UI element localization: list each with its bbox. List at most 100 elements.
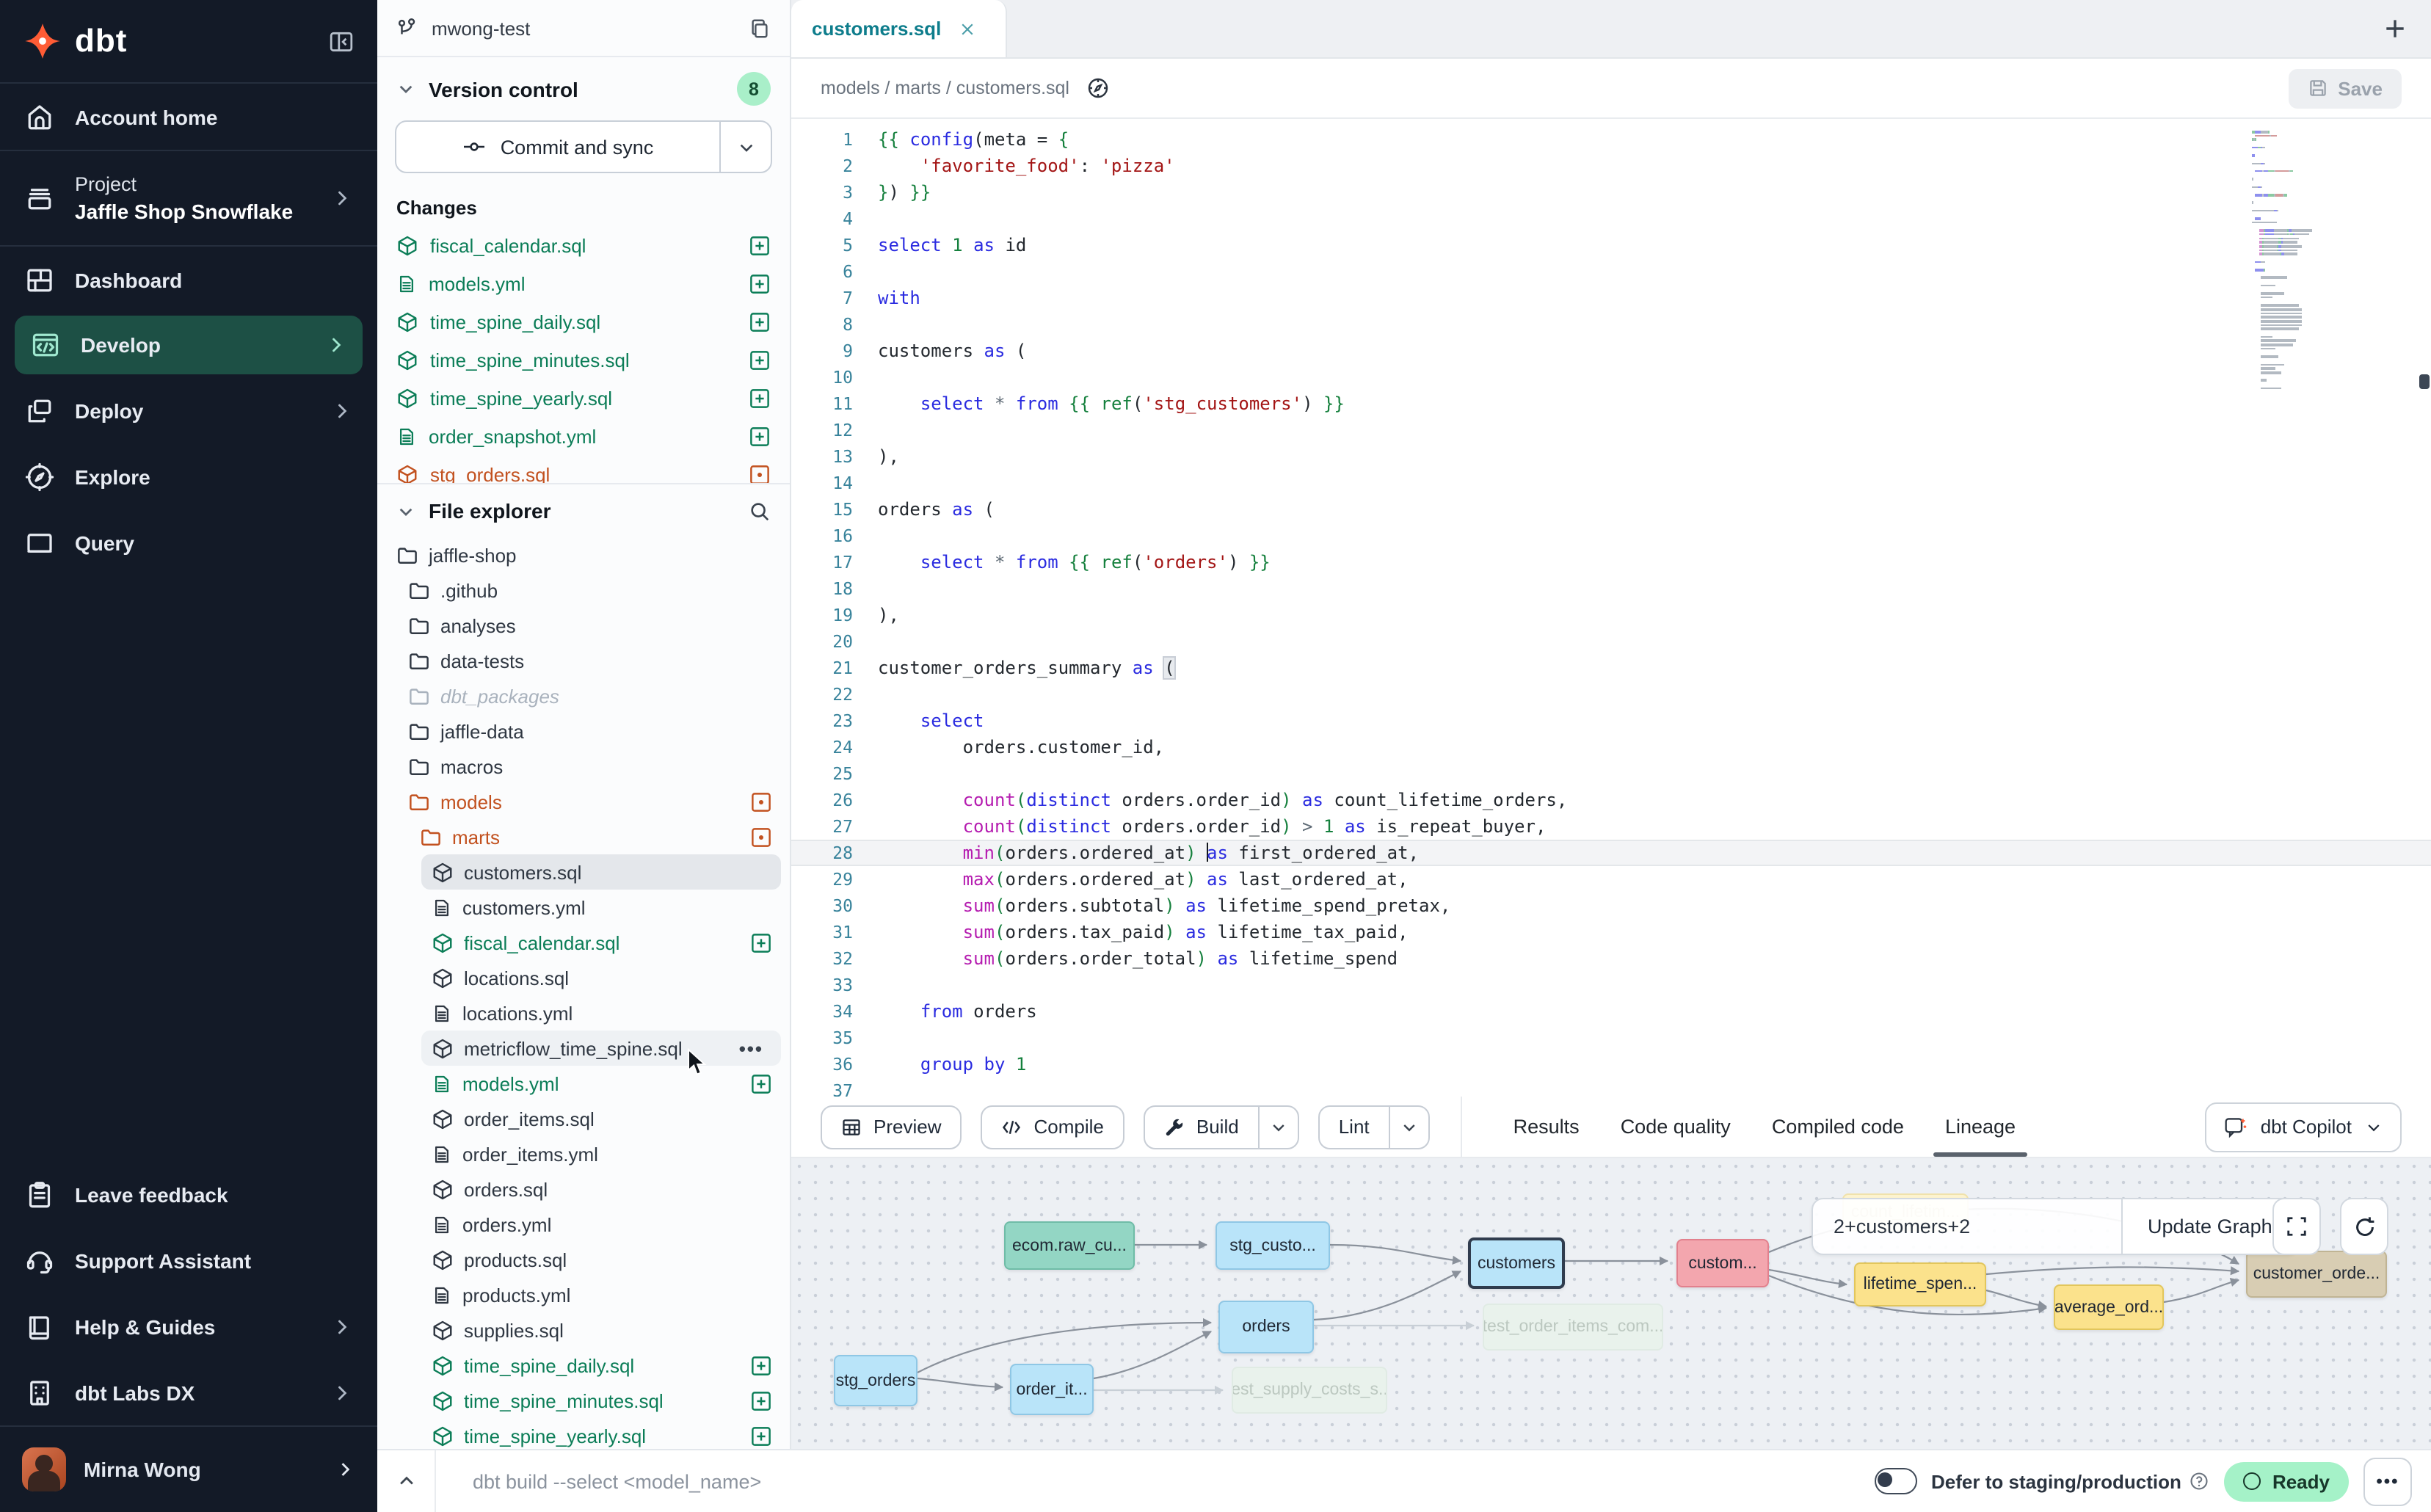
lineage-node-orders[interactable]: orders bbox=[1218, 1301, 1314, 1353]
user-menu[interactable]: Mirna Wong bbox=[0, 1425, 377, 1512]
stage-add-icon[interactable] bbox=[749, 310, 771, 332]
preview-button[interactable]: Preview bbox=[821, 1105, 962, 1149]
changed-file-order_snapshot.yml[interactable]: order_snapshot.yml bbox=[377, 417, 790, 455]
lineage-selector-input[interactable]: 2+customers+2 bbox=[1813, 1199, 2121, 1254]
stage-add-icon[interactable] bbox=[749, 349, 771, 371]
code-editor[interactable]: 1{{ config(meta = {2 'favorite_food': 'p… bbox=[791, 119, 2431, 1097]
tree-item-time-spine-daily-sql[interactable]: time_spine_daily.sql bbox=[377, 1348, 790, 1383]
tree-item-macros[interactable]: macros bbox=[377, 749, 790, 784]
lint-button[interactable]: Lint bbox=[1318, 1105, 1430, 1149]
tree-item-data-tests[interactable]: data-tests bbox=[377, 643, 790, 678]
lineage-node-customers[interactable]: customers bbox=[1468, 1237, 1565, 1289]
command-input[interactable]: dbt build --select <model_name> bbox=[436, 1470, 1874, 1492]
tree-item-order-items-yml[interactable]: order_items.yml bbox=[377, 1136, 790, 1171]
stage-add-icon[interactable] bbox=[750, 1072, 772, 1094]
more-options-button[interactable]: ••• bbox=[2363, 1457, 2412, 1505]
lineage-node-average[interactable]: average_ord... bbox=[2054, 1284, 2164, 1330]
changed-file-time_spine_yearly.sql[interactable]: time_spine_yearly.sql bbox=[377, 379, 790, 417]
close-icon[interactable] bbox=[959, 20, 976, 37]
lineage-node-order_items[interactable]: order_it... bbox=[1010, 1364, 1094, 1415]
tree-item-order-items-sql[interactable]: order_items.sql bbox=[377, 1101, 790, 1136]
save-button[interactable]: Save bbox=[2288, 68, 2402, 108]
search-icon[interactable] bbox=[749, 500, 771, 522]
row-menu-icon[interactable]: ••• bbox=[739, 1037, 763, 1059]
tree-item-fiscal-calendar-sql[interactable]: fiscal_calendar.sql bbox=[377, 925, 790, 960]
stage-add-icon[interactable] bbox=[749, 425, 771, 447]
version-control-header[interactable]: Version control 8 bbox=[377, 57, 790, 115]
ide-status-badge[interactable]: Ready bbox=[2224, 1461, 2349, 1501]
changed-file-fiscal_calendar.sql[interactable]: fiscal_calendar.sql bbox=[377, 226, 790, 264]
sidebar-item-support-assistant[interactable]: Support Assistant bbox=[0, 1227, 377, 1293]
tab-customers-sql[interactable]: customers.sql bbox=[791, 0, 1007, 57]
lineage-node-lifetime[interactable]: lifetime_spen... bbox=[1854, 1262, 1986, 1306]
tree-item-models-yml[interactable]: models.yml bbox=[377, 1066, 790, 1101]
collapse-terminal-button[interactable] bbox=[377, 1450, 436, 1512]
sidebar-item-dbt-labs-dx[interactable]: dbt Labs DX bbox=[0, 1359, 377, 1425]
stage-add-icon[interactable] bbox=[750, 931, 772, 953]
tree-item-analyses[interactable]: analyses bbox=[377, 608, 790, 643]
tree-item-jaffle-data[interactable]: jaffle-data bbox=[377, 713, 790, 749]
changed-file-models.yml[interactable]: models.yml bbox=[377, 264, 790, 302]
lint-options-chevron[interactable] bbox=[1389, 1106, 1428, 1147]
commit-and-sync-button[interactable]: Commit and sync bbox=[395, 120, 772, 173]
help-circle-icon[interactable] bbox=[2189, 1471, 2209, 1491]
tab-results[interactable]: Results bbox=[1514, 1097, 1580, 1157]
tree-item-metricflow-time-spine-sql[interactable]: metricflow_time_spine.sql••• bbox=[421, 1031, 781, 1066]
tree-item-time-spine-yearly-sql[interactable]: time_spine_yearly.sql bbox=[377, 1418, 790, 1450]
sidebar-item-deploy[interactable]: Deploy bbox=[0, 377, 377, 443]
sidebar-item-help-guides[interactable]: Help & Guides bbox=[0, 1293, 377, 1359]
lineage-node-stg_customers[interactable]: stg_custo... bbox=[1216, 1221, 1330, 1270]
build-options-chevron[interactable] bbox=[1258, 1106, 1298, 1147]
tab-lineage[interactable]: Lineage bbox=[1945, 1097, 2016, 1157]
stage-add-icon[interactable] bbox=[750, 1354, 772, 1376]
tree-item-customers-sql[interactable]: customers.sql bbox=[421, 854, 781, 890]
commit-options-chevron[interactable] bbox=[719, 122, 771, 172]
tree-item-locations-yml[interactable]: locations.yml bbox=[377, 995, 790, 1031]
tab-code-quality[interactable]: Code quality bbox=[1621, 1097, 1731, 1157]
lineage-node-custom_pink[interactable]: custom... bbox=[1676, 1239, 1769, 1287]
lineage-lens-icon[interactable] bbox=[1086, 76, 1109, 100]
lineage-node-customer_orders[interactable]: customer_orde... bbox=[2246, 1251, 2387, 1298]
stage-add-icon[interactable] bbox=[750, 1425, 772, 1447]
tree-item-products-yml[interactable]: products.yml bbox=[377, 1277, 790, 1312]
sidebar-item-project[interactable]: ProjectJaffle Shop Snowflake bbox=[0, 151, 377, 245]
fullscreen-button[interactable] bbox=[2272, 1198, 2321, 1255]
changed-file-time_spine_minutes.sql[interactable]: time_spine_minutes.sql bbox=[377, 341, 790, 379]
tree-item-marts[interactable]: marts bbox=[377, 819, 790, 854]
file-explorer-header[interactable]: File explorer bbox=[377, 484, 790, 531]
stage-add-icon[interactable] bbox=[749, 387, 771, 409]
tree-item-orders-sql[interactable]: orders.sql bbox=[377, 1171, 790, 1207]
tree-item-dbt-packages[interactable]: dbt_packages bbox=[377, 678, 790, 713]
tree-item-time-spine-minutes-sql[interactable]: time_spine_minutes.sql bbox=[377, 1383, 790, 1418]
sidebar-item-dashboard[interactable]: Dashboard bbox=[0, 247, 377, 313]
changed-file-stg_orders.sql[interactable]: stg_orders.sql bbox=[377, 455, 790, 484]
tree-item-models[interactable]: models bbox=[377, 784, 790, 819]
update-graph-button[interactable]: Update Graph bbox=[2121, 1199, 2297, 1254]
modified-icon[interactable] bbox=[749, 463, 771, 484]
git-branch-row[interactable]: mwong-test bbox=[377, 0, 790, 57]
new-tab-icon[interactable] bbox=[2383, 16, 2408, 41]
editor-scrollbar[interactable] bbox=[2419, 374, 2430, 389]
copy-icon[interactable] bbox=[749, 17, 771, 39]
sidebar-item-account-home[interactable]: Account home bbox=[0, 84, 377, 150]
tree-item--github[interactable]: .github bbox=[377, 573, 790, 608]
lineage-node-ecom[interactable]: ecom.raw_cu... bbox=[1004, 1221, 1135, 1270]
dbt-copilot-button[interactable]: dbt Copilot bbox=[2205, 1102, 2402, 1152]
tree-item-orders-yml[interactable]: orders.yml bbox=[377, 1207, 790, 1242]
lineage-node-test_supply[interactable]: test_supply_costs_s... bbox=[1232, 1367, 1387, 1414]
build-button[interactable]: Build bbox=[1144, 1105, 1299, 1149]
sidebar-item-query[interactable]: Query bbox=[0, 509, 377, 575]
lineage-node-stg_orders[interactable]: stg_orders bbox=[834, 1355, 917, 1406]
stage-add-icon[interactable] bbox=[749, 234, 771, 256]
lineage-graph[interactable]: count_lifetim...ecom.raw_cu...stg_custo.… bbox=[791, 1158, 2431, 1452]
lineage-node-test_order[interactable]: test_order_items_com... bbox=[1483, 1304, 1663, 1351]
stage-add-icon[interactable] bbox=[750, 1389, 772, 1411]
minimap[interactable] bbox=[2252, 131, 2369, 391]
tree-item-supplies-sql[interactable]: supplies.sql bbox=[377, 1312, 790, 1348]
stage-add-icon[interactable] bbox=[749, 272, 771, 294]
defer-toggle[interactable] bbox=[1874, 1468, 1916, 1494]
sidebar-item-explore[interactable]: Explore bbox=[0, 443, 377, 509]
compile-button[interactable]: Compile bbox=[981, 1105, 1124, 1149]
tree-item-jaffle-shop[interactable]: jaffle-shop bbox=[377, 537, 790, 573]
sidebar-collapse-icon[interactable] bbox=[329, 29, 354, 54]
